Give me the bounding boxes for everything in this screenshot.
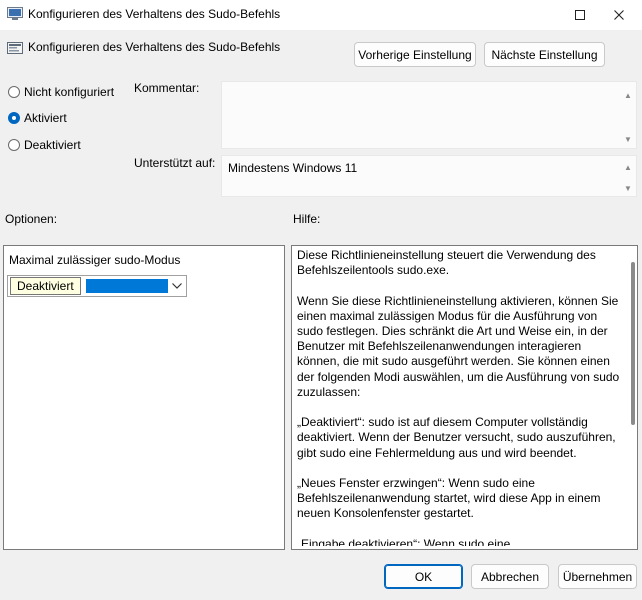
- help-paragraph: Wenn Sie diese Richtlinieneinstellung ak…: [297, 293, 620, 399]
- help-paragraph: Diese Richtlinieneinstellung steuert die…: [297, 248, 596, 278]
- next-setting-button[interactable]: Nächste Einstellung: [484, 42, 605, 67]
- maximize-icon: [575, 10, 585, 20]
- help-paragraph: „Deaktiviert“: sudo ist auf diesem Compu…: [297, 415, 616, 460]
- supported-value: Mindestens Windows 11: [228, 161, 358, 175]
- scroll-up-icon[interactable]: ▲: [621, 160, 635, 174]
- radio-label: Aktiviert: [24, 111, 67, 125]
- comment-label: Kommentar:: [134, 81, 200, 95]
- policy-app-icon: [7, 6, 23, 20]
- previous-setting-button[interactable]: Vorherige Einstellung: [354, 42, 476, 67]
- dropdown-tooltip: Deaktiviert: [10, 277, 81, 295]
- radio-label: Deaktiviert: [24, 138, 81, 152]
- scroll-down-icon[interactable]: ▼: [621, 132, 635, 146]
- radio-label: Nicht konfiguriert: [24, 85, 115, 99]
- close-icon: [614, 10, 624, 20]
- setting-title: Konfigurieren des Verhaltens des Sudo-Be…: [28, 40, 281, 54]
- options-label: Optionen:: [5, 212, 58, 226]
- help-label: Hilfe:: [293, 212, 321, 226]
- radio-button-selected[interactable]: [8, 112, 20, 124]
- ok-button[interactable]: OK: [384, 564, 463, 589]
- help-paragraph: „Neues Fenster erzwingen“: Wenn sudo ein…: [297, 476, 601, 521]
- radio-button[interactable]: [8, 139, 20, 151]
- policy-setting-icon: [7, 40, 23, 56]
- radio-disabled[interactable]: Deaktiviert: [8, 138, 81, 152]
- comment-textarea[interactable]: [221, 81, 637, 149]
- close-button[interactable]: [596, 0, 642, 30]
- help-text: Diese Richtlinieneinstellung steuert die…: [297, 248, 625, 546]
- dropdown-selection: [86, 279, 168, 293]
- scroll-down-icon[interactable]: ▼: [621, 181, 635, 195]
- radio-not-configured[interactable]: Nicht konfiguriert: [8, 85, 114, 99]
- sudo-mode-label: Maximal zulässiger sudo-Modus: [9, 253, 181, 267]
- window-title: Konfigurieren des Verhaltens des Sudo-Be…: [28, 7, 281, 21]
- help-scrollbar-thumb[interactable]: [631, 262, 635, 425]
- radio-enabled[interactable]: Aktiviert: [8, 111, 67, 125]
- sudo-mode-dropdown[interactable]: Deaktiviert: [7, 275, 187, 297]
- radio-button[interactable]: [8, 86, 20, 98]
- cancel-button[interactable]: Abbrechen: [471, 564, 549, 589]
- chevron-down-icon[interactable]: [170, 278, 184, 294]
- scroll-up-icon[interactable]: ▲: [621, 88, 635, 102]
- supported-label: Unterstützt auf:: [134, 156, 216, 170]
- help-paragraph: „Eingabe deaktivieren“: Wenn sudo eine B…: [297, 536, 511, 546]
- apply-button[interactable]: Übernehmen: [558, 564, 637, 589]
